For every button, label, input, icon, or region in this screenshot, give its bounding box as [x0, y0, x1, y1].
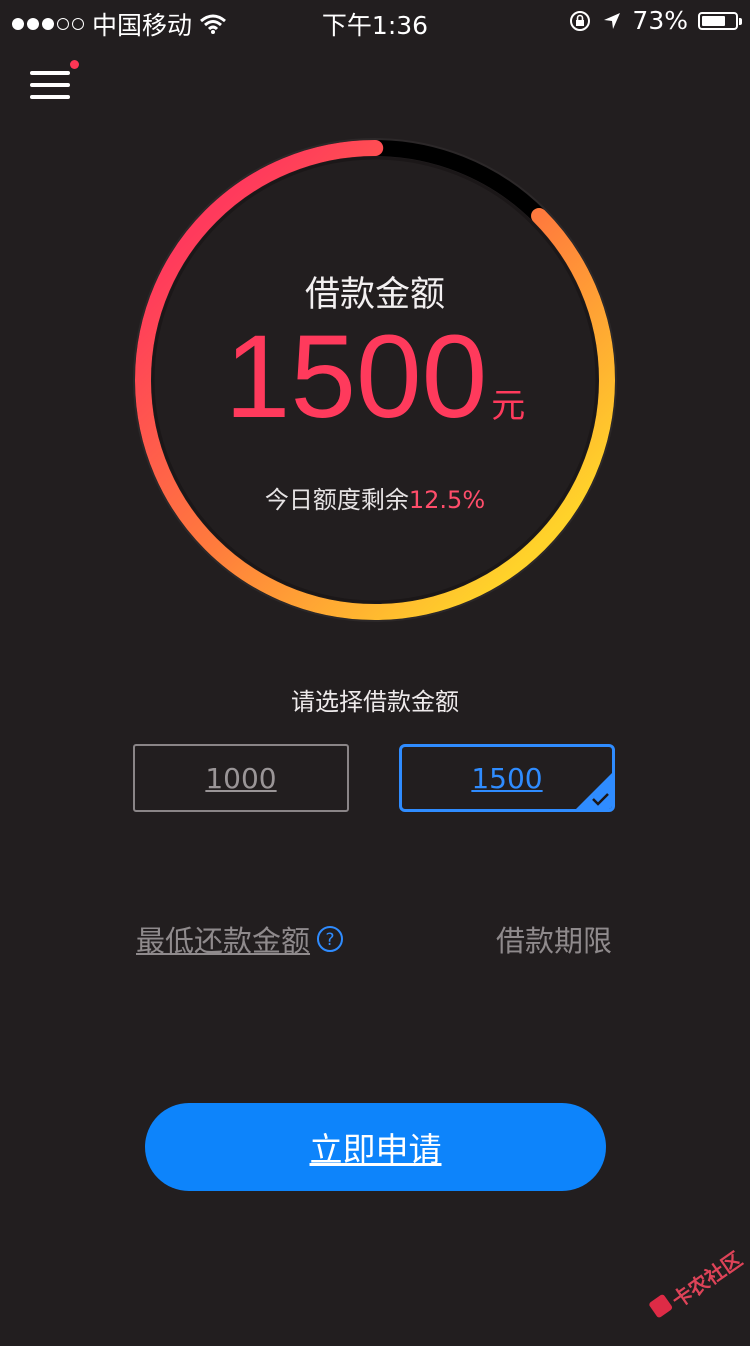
notification-badge: [70, 60, 79, 69]
amount-option-1500[interactable]: 1500: [399, 744, 615, 812]
svg-text:?: ?: [326, 930, 335, 950]
rotation-lock-icon: [570, 10, 591, 31]
selected-check-icon: [576, 773, 612, 809]
loan-amount-title: 借款金额: [304, 275, 445, 315]
amount-option-1000[interactable]: 1000: [133, 744, 349, 812]
apply-now-button[interactable]: 立即申请: [145, 1103, 606, 1191]
menu-button[interactable]: [28, 66, 72, 104]
status-bar: 中国移动 下午1:36 73%: [0, 0, 750, 40]
watermark-logo: 卡农社区: [632, 1224, 750, 1346]
amount-option-label: 1500: [471, 761, 543, 795]
location-arrow-icon: [604, 12, 621, 29]
min-repayment-link[interactable]: 最低还款金额 ?: [136, 918, 344, 960]
status-bar-right: 73%: [568, 6, 742, 35]
remaining-quota: 今日额度剩余12.5%: [0, 480, 750, 515]
remaining-quota-value: 12.5%: [408, 486, 486, 514]
loan-amount-display: 1500 元: [0, 318, 750, 436]
watermark-text: 卡农社区: [667, 1246, 747, 1313]
choose-amount-label: 请选择借款金额: [291, 688, 459, 716]
question-circle-icon[interactable]: ?: [316, 925, 344, 953]
amount-option-label: 1000: [205, 761, 277, 795]
remaining-quota-label: 今日额度剩余: [264, 486, 409, 514]
loan-term-label[interactable]: 借款期限: [496, 918, 612, 960]
min-repayment-label: 最低还款金额: [136, 924, 311, 958]
loan-amount-value: 1500: [224, 311, 488, 443]
battery-icon: [698, 11, 742, 30]
battery-percent: 73%: [632, 6, 688, 35]
loan-amount-unit: 元: [491, 386, 526, 426]
